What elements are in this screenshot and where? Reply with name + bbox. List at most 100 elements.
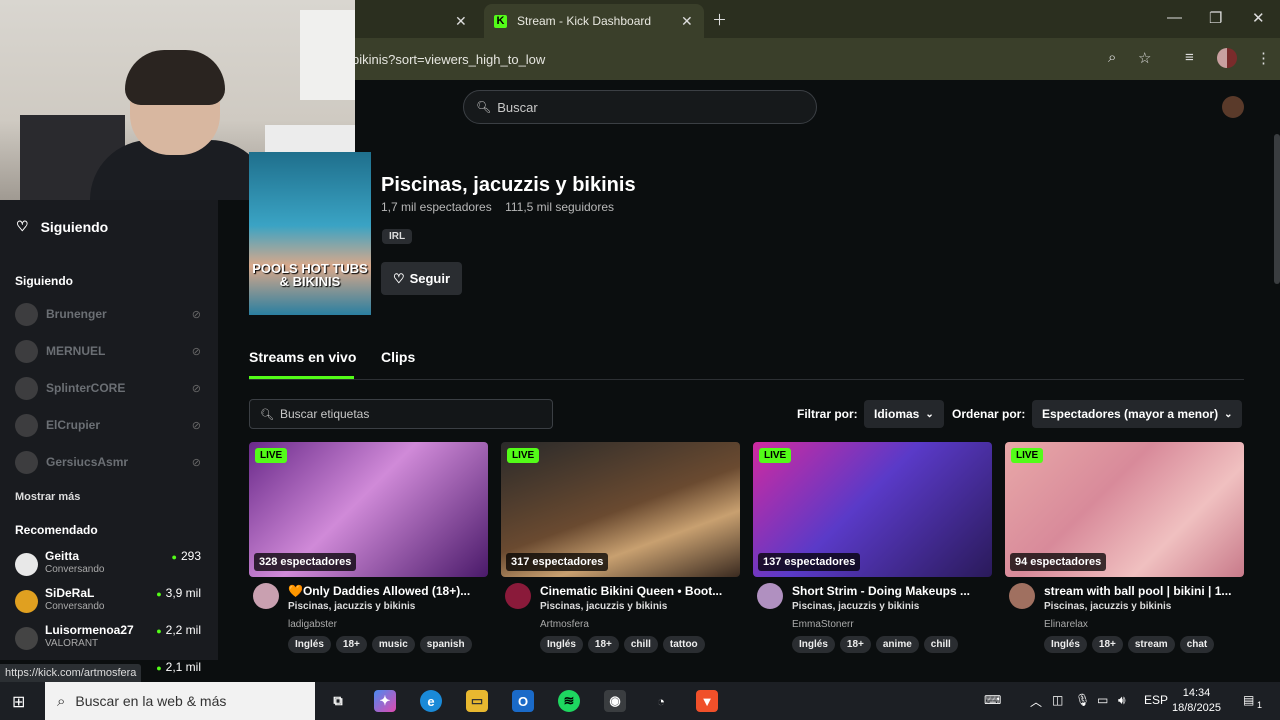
stream-title[interactable]: Cinematic Bikini Queen • Boot...	[540, 584, 736, 598]
tag-chip[interactable]: 18+	[587, 636, 619, 653]
maximize-icon[interactable]: ❐	[1209, 9, 1222, 27]
tag-chip[interactable]: anime	[875, 636, 919, 653]
tag-search-input[interactable]: 🔍︎ Buscar etiquetas	[249, 399, 553, 429]
stream-card[interactable]: LIVE 317 espectadores Cinematic Bikini Q…	[501, 442, 740, 662]
user-avatar[interactable]	[1222, 96, 1244, 118]
following-item[interactable]: GersiucsAsmr ⊘	[15, 449, 205, 475]
stream-thumbnail[interactable]: LIVE 317 espectadores	[501, 442, 740, 577]
following-item[interactable]: Brunenger ⊘	[15, 301, 205, 327]
chevron-up-icon[interactable]: ︿	[1030, 693, 1042, 710]
keyboard-icon[interactable]: ⌨	[984, 693, 1001, 707]
tag-chip[interactable]: Inglés	[540, 636, 583, 653]
tag-chip[interactable]: chill	[623, 636, 658, 653]
stream-user[interactable]: Elinarelax	[1044, 619, 1088, 630]
stream-category[interactable]: Piscinas, jacuzzis y bikinis	[1044, 601, 1171, 612]
stream-thumbnail[interactable]: LIVE 328 espectadores	[249, 442, 488, 577]
avatar[interactable]	[1009, 583, 1035, 609]
tag-chip[interactable]: 18+	[839, 636, 871, 653]
page-scrollbar[interactable]	[1274, 134, 1280, 284]
language-indicator[interactable]: ESP	[1144, 693, 1168, 707]
brave-icon[interactable]: ▼	[696, 690, 718, 712]
network-icon[interactable]: ▭	[1097, 693, 1108, 707]
sidebar-nav-following[interactable]: ♡ Siguiendo	[16, 218, 108, 235]
avatar[interactable]	[253, 583, 279, 609]
following-item[interactable]: SplinterCORE ⊘	[15, 375, 205, 401]
media-control-icon[interactable]: ≡	[1185, 49, 1194, 66]
tag-chip[interactable]: tattoo	[662, 636, 705, 653]
volume-icon[interactable]: 🔊︎	[1118, 693, 1126, 708]
offline-icon: ⊘	[191, 308, 201, 321]
copilot-icon[interactable]: ✦	[374, 690, 396, 712]
channel-name: SiDeRaL	[45, 586, 95, 600]
tag-chip[interactable]: Inglés	[792, 636, 835, 653]
sort-dropdown[interactable]: Espectadores (mayor a menor) ⌄	[1032, 400, 1243, 428]
stream-category[interactable]: Piscinas, jacuzzis y bikinis	[288, 601, 415, 612]
stream-user[interactable]: EmmaStonerr	[792, 619, 854, 630]
follow-button[interactable]: ♡ Seguir	[381, 262, 462, 295]
close-icon[interactable]: ✕	[455, 13, 467, 30]
tag-chip[interactable]: Inglés	[1044, 636, 1087, 653]
chrome-icon[interactable]: ◉	[604, 690, 626, 712]
chevron-down-icon: ⌄	[1224, 408, 1233, 420]
url-text[interactable]: bikinis?sort=viewers_high_to_low	[352, 52, 545, 67]
taskbar-clock[interactable]: 14:34 18/8/2025	[1172, 686, 1221, 716]
site-search-input[interactable]: 🔍︎ Buscar	[463, 90, 817, 124]
bookmark-star-icon[interactable]: ☆	[1138, 49, 1151, 67]
tag-chip[interactable]: chill	[923, 636, 958, 653]
recommended-item[interactable]: SiDeRaL Conversando 3,9 mil	[15, 586, 205, 620]
stream-title[interactable]: stream with ball pool | bikini | 1...	[1044, 584, 1240, 598]
tag-chip[interactable]: chat	[1179, 636, 1215, 653]
recommended-item[interactable]: Luisormenoa27 VALORANT 2,2 mil	[15, 623, 205, 657]
show-more-link[interactable]: Mostrar más	[15, 491, 80, 503]
new-tab-icon[interactable]: ＋	[712, 9, 727, 30]
outlook-icon[interactable]: O	[512, 690, 534, 712]
spotify-icon[interactable]: ≋	[558, 690, 580, 712]
file-explorer-icon[interactable]: ▭	[466, 690, 488, 712]
profile-avatar[interactable]	[1217, 48, 1237, 68]
tag-chip[interactable]: 18+	[1091, 636, 1123, 653]
stream-title[interactable]: 🧡Only Daddies Allowed (18+)...	[288, 584, 484, 598]
meet-now-icon[interactable]: ◫	[1052, 693, 1063, 707]
tab-clips[interactable]: Clips	[381, 349, 415, 365]
viewer-count: 2,1 mil	[156, 660, 201, 674]
menu-kebab-icon[interactable]: ⋮	[1256, 49, 1271, 67]
recommended-item[interactable]: Geitta Conversando 293	[15, 549, 205, 583]
offline-icon: ⊘	[191, 456, 201, 469]
tag-chip[interactable]: spanish	[419, 636, 472, 653]
avatar[interactable]	[757, 583, 783, 609]
tab-live-streams[interactable]: Streams en vivo	[249, 349, 356, 365]
stream-card[interactable]: LIVE 328 espectadores 🧡Only Daddies Allo…	[249, 442, 488, 662]
language-dropdown[interactable]: Idiomas ⌄	[864, 400, 944, 428]
close-window-icon[interactable]: ✕	[1252, 9, 1265, 27]
microphone-icon[interactable]: 🎙︎	[1075, 693, 1090, 707]
tab-kick-dashboard[interactable]: K Stream - Kick Dashboard ✕	[484, 4, 704, 38]
stream-title[interactable]: Short Strim - Doing Makeups ...	[792, 584, 988, 598]
tag-chip[interactable]: Inglés	[288, 636, 331, 653]
stream-thumbnail[interactable]: LIVE 94 espectadores	[1005, 442, 1244, 577]
edge-icon[interactable]: e	[420, 690, 442, 712]
tag-chip[interactable]: music	[371, 636, 415, 653]
following-item[interactable]: MERNUEL ⊘	[15, 338, 205, 364]
task-view-icon[interactable]: ⧉	[327, 690, 349, 712]
following-item[interactable]: ElCrupier ⊘	[15, 412, 205, 438]
stream-category[interactable]: Piscinas, jacuzzis y bikinis	[540, 601, 667, 612]
stream-user[interactable]: ladigabster	[288, 619, 337, 630]
avatar[interactable]	[505, 583, 531, 609]
stream-user[interactable]: Artmosfera	[540, 619, 589, 630]
zoom-icon[interactable]: ⌕	[1108, 49, 1116, 66]
tag-chip[interactable]: 18+	[335, 636, 367, 653]
windows-start-icon[interactable]: ⊞	[12, 692, 25, 712]
following-section-title: Siguiendo	[15, 274, 73, 288]
notifications-icon[interactable]: ▤	[1243, 693, 1254, 707]
category-tag[interactable]: IRL	[382, 229, 413, 244]
stream-category[interactable]: Piscinas, jacuzzis y bikinis	[792, 601, 919, 612]
obs-icon[interactable]: ◔	[650, 690, 672, 712]
stream-card[interactable]: LIVE 137 espectadores Short Strim - Doin…	[753, 442, 992, 662]
tag-chip[interactable]: stream	[1127, 636, 1175, 653]
taskbar-search-input[interactable]: ⌕ Buscar en la web & más	[45, 682, 315, 720]
minimize-icon[interactable]: —	[1167, 9, 1182, 26]
stream-card[interactable]: LIVE 94 espectadores stream with ball po…	[1005, 442, 1244, 662]
offline-icon: ⊘	[191, 345, 201, 358]
close-icon[interactable]: ✕	[681, 13, 693, 30]
stream-thumbnail[interactable]: LIVE 137 espectadores	[753, 442, 992, 577]
